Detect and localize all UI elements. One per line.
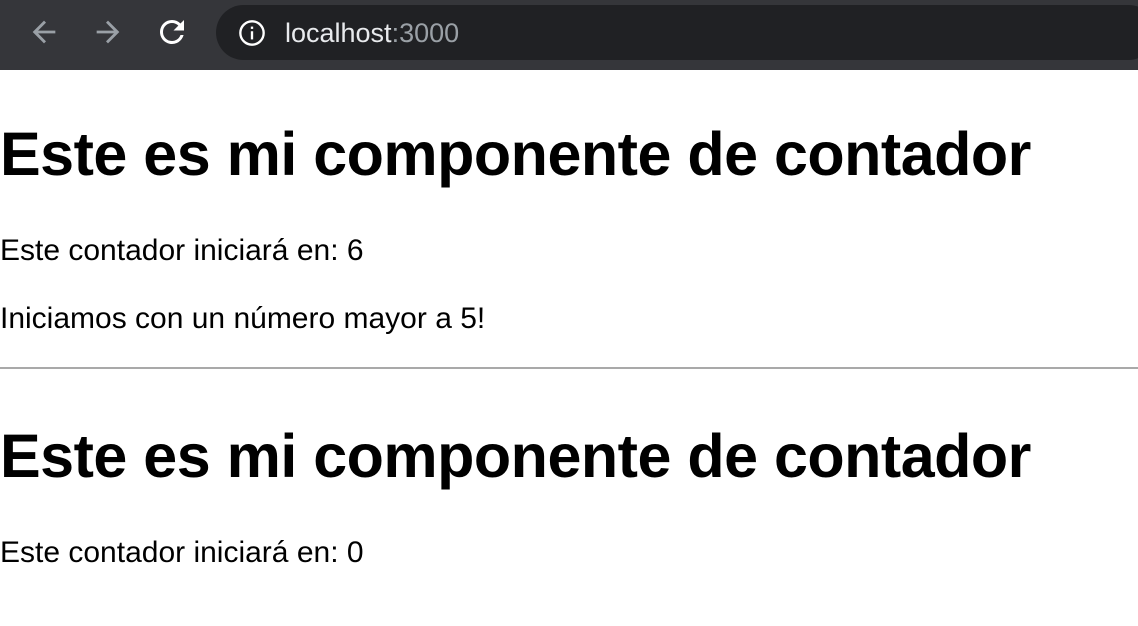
counter-note: Iniciamos con un número mayor a 5! xyxy=(0,302,486,335)
info-circle-icon[interactable] xyxy=(238,19,266,47)
arrow-right-icon xyxy=(91,15,125,49)
address-bar[interactable]: localhost:3000 xyxy=(216,5,1138,60)
browser-toolbar: localhost:3000 xyxy=(0,0,1138,70)
forward-button[interactable] xyxy=(90,14,126,50)
url-host: localhost xyxy=(285,18,392,48)
url-port: :3000 xyxy=(391,18,460,48)
counter-start-text: Este contador iniciará en: 0 xyxy=(0,536,364,569)
reload-button[interactable] xyxy=(154,14,190,50)
page-content: Este es mi componente de contador Este c… xyxy=(0,70,1138,626)
counter-heading: Este es mi componente de contador xyxy=(0,422,1031,490)
url-text[interactable]: localhost:3000 xyxy=(285,17,459,49)
counter-start-text: Este contador iniciará en: 6 xyxy=(0,234,364,267)
back-button[interactable] xyxy=(26,14,62,50)
reload-icon xyxy=(154,14,190,50)
divider xyxy=(0,367,1138,369)
counter-heading: Este es mi componente de contador xyxy=(0,120,1031,188)
arrow-left-icon xyxy=(27,15,61,49)
